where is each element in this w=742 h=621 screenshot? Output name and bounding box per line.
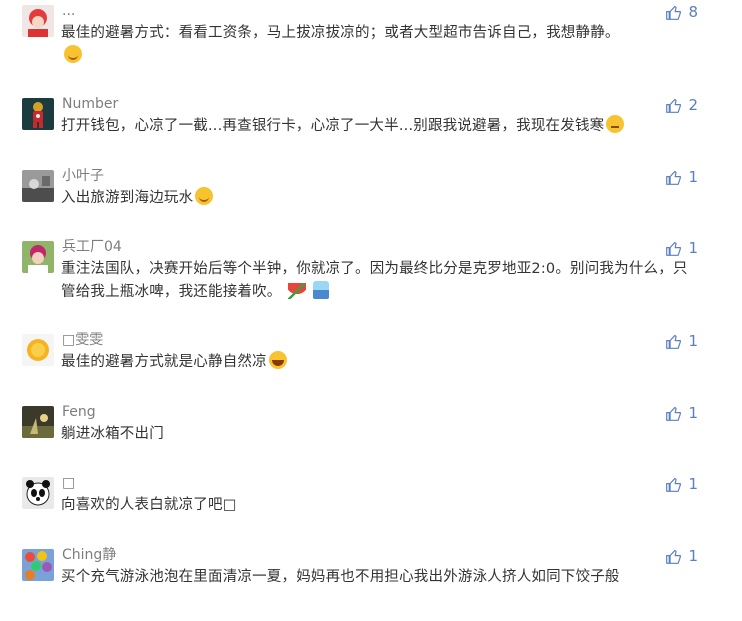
- username[interactable]: □雯雯: [62, 330, 103, 350]
- username[interactable]: 兵工厂04: [62, 237, 122, 257]
- like-count: 1: [688, 239, 698, 257]
- comment-text: 打开钱包，心凉了一截...再查银行卡，心凉了一大半...别跟我说避暑，我现在发钱…: [61, 115, 701, 138]
- like-count: 8: [688, 3, 698, 21]
- username[interactable]: Feng: [62, 402, 96, 422]
- like-button[interactable]: 2: [665, 95, 698, 115]
- username[interactable]: □: [62, 473, 75, 493]
- thumbs-up-icon: [666, 5, 682, 20]
- shaved-ice-emoji-icon: [313, 281, 330, 299]
- watermelon-emoji-icon: [288, 283, 307, 299]
- thumbs-up-icon: [666, 334, 682, 349]
- comment-text: 躺进冰箱不出门: [61, 426, 164, 442]
- laughing-emoji-icon: [268, 351, 287, 369]
- comment-item: Ching静 1 买个充气游泳池泡在里面清凉一夏，妈妈再也不用担心我出外游泳人挤…: [0, 546, 742, 621]
- smile-emoji-icon: [195, 187, 214, 205]
- like-button[interactable]: 8: [665, 2, 698, 22]
- comment-item: ... 8 最佳的避暑方式：看看工资条，马上拔凉拔凉的；或者大型超市告诉自己，我…: [0, 2, 742, 77]
- like-button[interactable]: 1: [665, 546, 698, 566]
- like-button[interactable]: 1: [665, 167, 698, 187]
- comment-item: Number 2 打开钱包，心凉了一截...再查银行卡，心凉了一大半...别跟我…: [0, 95, 742, 170]
- comment-text: 入出旅游到海边玩水: [61, 187, 701, 210]
- thumbs-up-icon: [666, 406, 682, 421]
- smile-emoji-icon: [64, 45, 82, 63]
- avatar[interactable]: [22, 334, 54, 366]
- like-button[interactable]: 1: [665, 403, 698, 423]
- thumbs-up-icon: [666, 477, 682, 492]
- avatar[interactable]: [22, 549, 54, 581]
- avatar[interactable]: [22, 477, 54, 509]
- like-button[interactable]: 1: [665, 238, 698, 258]
- username[interactable]: 小叶子: [62, 166, 104, 186]
- avatar[interactable]: [22, 98, 54, 130]
- avatar[interactable]: [22, 170, 54, 202]
- avatar[interactable]: [22, 241, 54, 273]
- comment-text: 买个充气游泳池泡在里面清凉一夏，妈妈再也不用担心我出外游泳人挤人如同下饺子般: [61, 569, 620, 585]
- like-count: 1: [688, 475, 698, 493]
- like-count: 1: [688, 404, 698, 422]
- like-count: 1: [688, 332, 698, 350]
- like-count: 2: [688, 96, 698, 114]
- comment-text: 重注法国队，决赛开始后等个半钟，你就凉了。因为最终比分是克罗地亚2:0。别问我为…: [61, 261, 688, 300]
- avatar[interactable]: [22, 5, 54, 37]
- avatar[interactable]: [22, 406, 54, 438]
- like-count: 1: [688, 168, 698, 186]
- comment-item: 小叶子 1 入出旅游到海边玩水: [0, 167, 742, 242]
- username[interactable]: ...: [62, 1, 75, 21]
- thumbs-up-icon: [666, 241, 682, 256]
- thumbs-up-icon: [666, 98, 682, 113]
- username[interactable]: Number: [62, 94, 118, 114]
- comment-text: 最佳的避暑方式：看看工资条，马上拔凉拔凉的；或者大型超市告诉自己，我想静静。: [61, 22, 701, 68]
- thumbs-up-icon: [666, 549, 682, 564]
- username[interactable]: Ching静: [62, 545, 116, 565]
- comment-item: □雯雯 1 最佳的避暑方式就是心静自然凉: [0, 331, 742, 406]
- comment-item: 兵工厂04 1 重注法国队，决赛开始后等个半钟，你就凉了。因为最终比分是克罗地亚…: [0, 238, 742, 313]
- like-button[interactable]: 1: [665, 331, 698, 351]
- like-button[interactable]: 1: [665, 474, 698, 494]
- like-count: 1: [688, 547, 698, 565]
- thumbs-up-icon: [666, 170, 682, 185]
- tired-emoji-icon: [606, 115, 625, 133]
- comment-item: Feng 1 躺进冰箱不出门: [0, 403, 742, 478]
- comment-item: □ 1 向喜欢的人表白就凉了吧□: [0, 474, 742, 549]
- comment-text: 最佳的避暑方式就是心静自然凉: [61, 351, 701, 374]
- comment-text: 向喜欢的人表白就凉了吧□: [61, 497, 237, 513]
